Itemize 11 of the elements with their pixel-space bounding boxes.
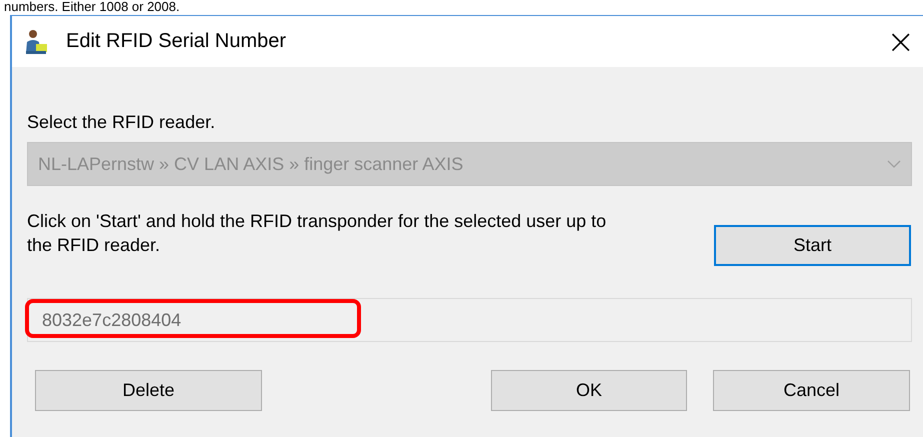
reader-label: Select the RFID reader. — [27, 112, 216, 134]
instruction-text: Click on 'Start' and hold the RFID transponder for the selected user up to the RFID reader. — [27, 210, 608, 257]
ok-button[interactable]: OK — [491, 370, 687, 411]
chevron-down-icon — [887, 160, 901, 168]
delete-button[interactable]: Delete — [35, 370, 262, 411]
window-title: Edit RFID Serial Number — [66, 30, 288, 53]
user-card-icon — [24, 28, 48, 54]
cancel-button[interactable]: Cancel — [713, 370, 910, 411]
caption-text: numbers. Either 1008 or 2008. — [3, 0, 181, 15]
close-button[interactable]: × — [880, 24, 921, 58]
start-button[interactable]: Start — [714, 225, 911, 266]
